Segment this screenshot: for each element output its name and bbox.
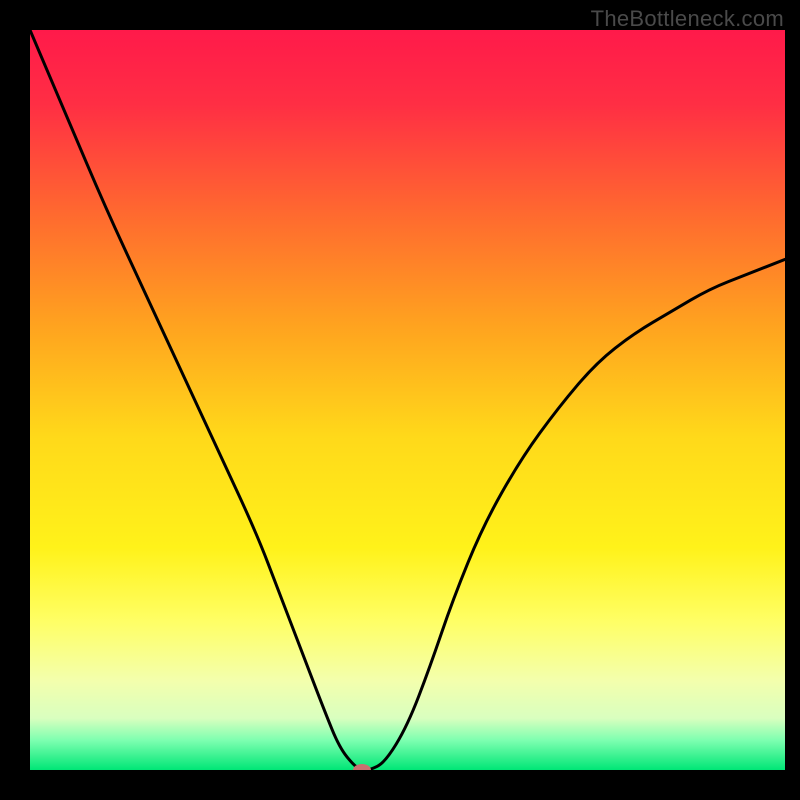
chart-container: TheBottleneck.com: [0, 0, 800, 800]
minimum-marker: [353, 764, 371, 770]
bottleneck-curve: [30, 30, 785, 770]
plot-area: [30, 30, 785, 770]
watermark-text: TheBottleneck.com: [591, 6, 784, 32]
